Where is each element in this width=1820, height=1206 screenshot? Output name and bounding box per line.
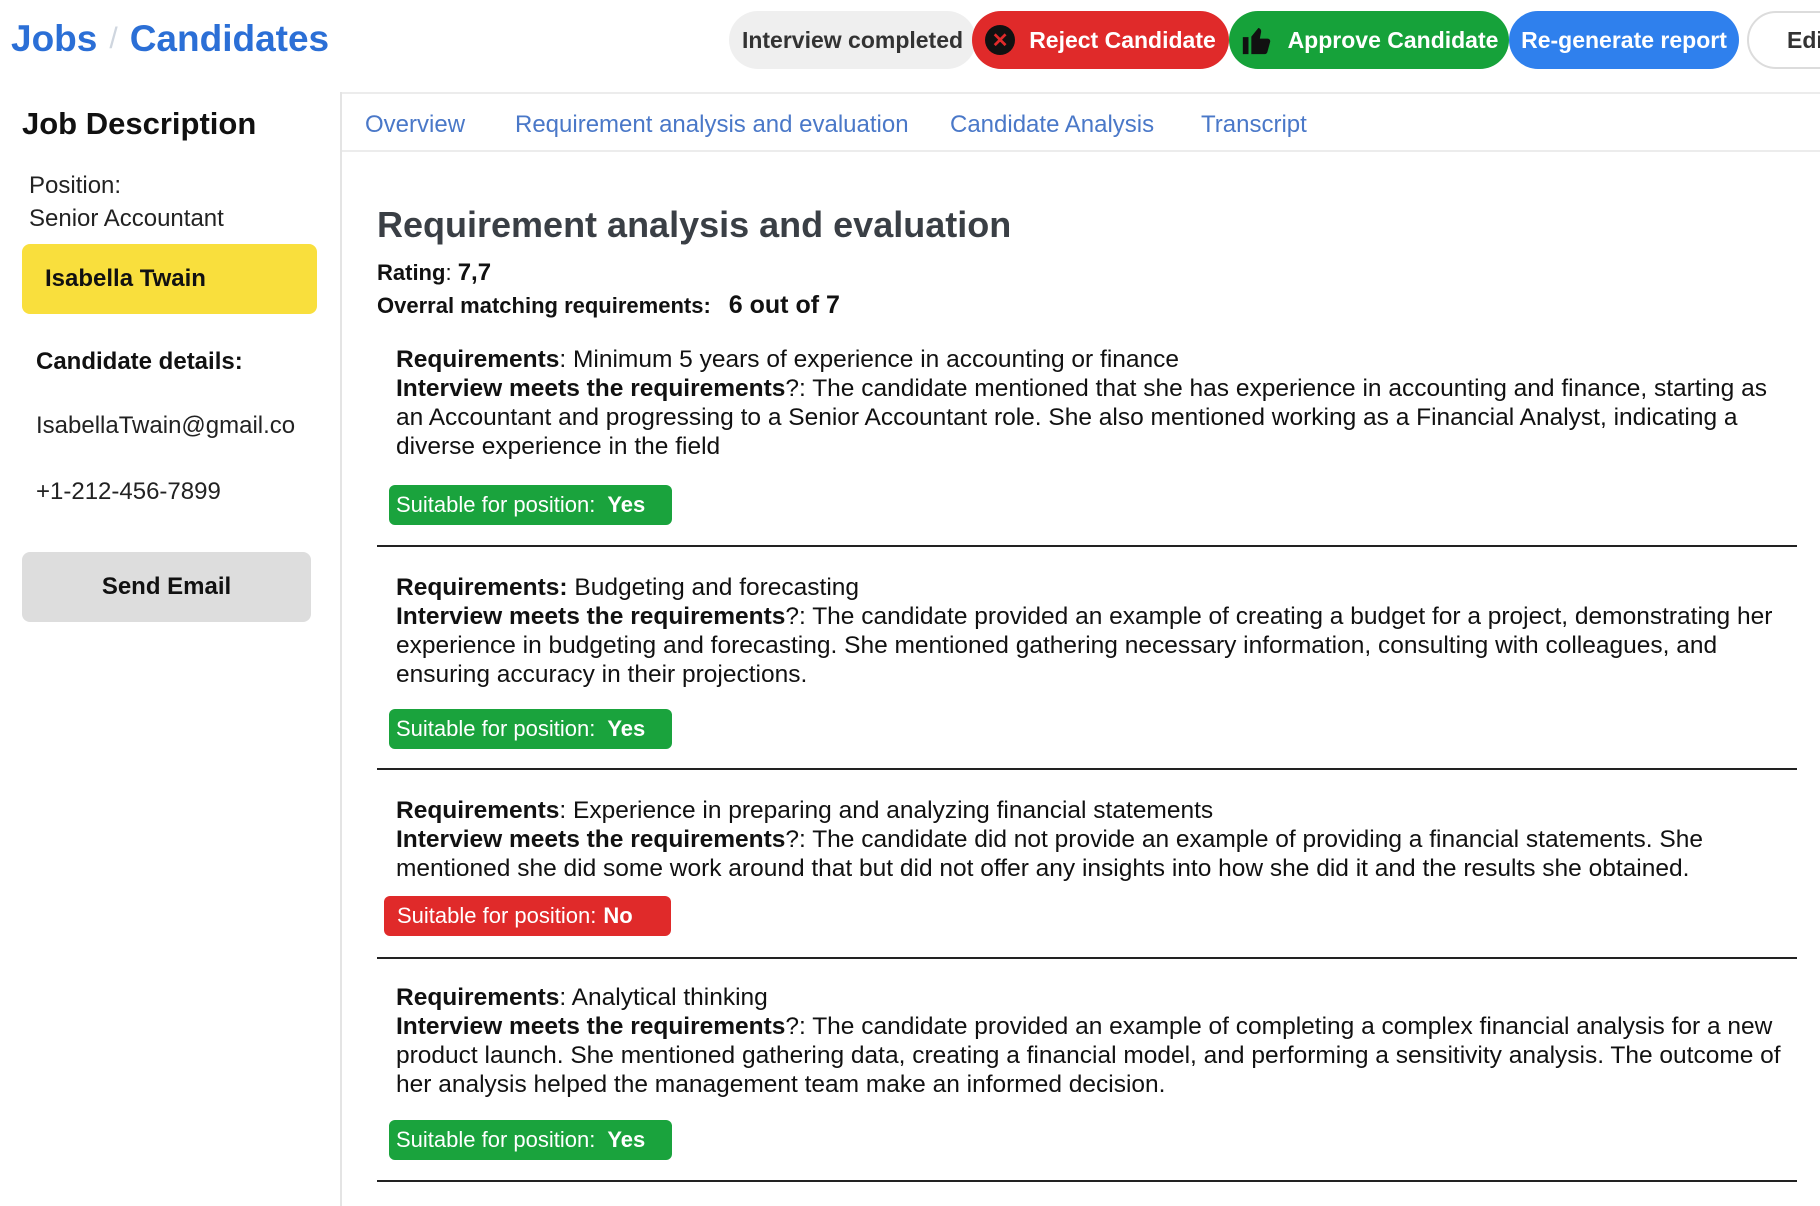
close-circle-icon: ✕ bbox=[985, 25, 1016, 55]
requirement-text: Experience in preparing and analyzing fi… bbox=[573, 797, 1214, 824]
divider bbox=[377, 768, 1797, 770]
rating-label: Rating bbox=[377, 260, 446, 285]
divider bbox=[377, 1180, 1797, 1182]
requirements-label: Requirements: bbox=[396, 574, 568, 601]
regenerate-label: Re-generate report bbox=[1521, 26, 1727, 53]
meets-requirements-label: Interview meets the requirements bbox=[396, 1013, 786, 1040]
overall-matching-label: Overral matching requirements: bbox=[377, 293, 711, 318]
tab-requirement-analysis[interactable]: Requirement analysis and evaluation bbox=[515, 111, 909, 139]
interview-status-badge: Interview completed bbox=[729, 11, 976, 69]
send-email-button[interactable]: Send Email bbox=[22, 552, 311, 622]
page-title: Requirement analysis and evaluation bbox=[377, 204, 1012, 245]
requirement-text: Budgeting and forecasting bbox=[574, 574, 860, 601]
suitable-label: Suitable for position: bbox=[397, 903, 597, 928]
suitable-badge: Suitable for position: Yes bbox=[389, 1120, 672, 1160]
suitable-label: Suitable for position: bbox=[396, 716, 596, 741]
job-description-title: Job Description bbox=[22, 106, 257, 141]
candidate-name-card: Isabella Twain bbox=[22, 244, 317, 314]
reject-label: Reject Candidate bbox=[1029, 26, 1216, 53]
action-bar: Interview completed ✕ Reject Candidate A… bbox=[729, 11, 1820, 69]
rating-value: 7,7 bbox=[457, 259, 492, 286]
rating-row: Rating: 7,7 bbox=[377, 259, 492, 286]
approve-candidate-button[interactable]: Approve Candidate bbox=[1229, 11, 1509, 69]
breadcrumb-separator: / bbox=[109, 22, 118, 55]
meets-requirements-label: Interview meets the requirements bbox=[396, 375, 786, 402]
meets-requirements-label: Interview meets the requirements bbox=[396, 826, 786, 853]
candidate-phone: +1-212-456-7899 bbox=[36, 478, 221, 505]
thumbs-up-icon bbox=[1240, 23, 1274, 57]
requirement-item: Requirements: Experience in preparing an… bbox=[396, 797, 1703, 882]
requirements-label: Requirements bbox=[396, 346, 560, 373]
requirement-item: Requirements: Minimum 5 years of experie… bbox=[396, 346, 1767, 460]
candidate-email: IsabellaTwain@gmail.co bbox=[36, 412, 296, 439]
suitable-label: Suitable for position: bbox=[396, 1127, 596, 1152]
requirements-label: Requirements bbox=[396, 797, 560, 824]
edit-button[interactable]: Edit bbox=[1747, 11, 1820, 69]
candidate-details-title: Candidate details: bbox=[36, 348, 243, 375]
suitable-label: Suitable for position: bbox=[396, 492, 596, 517]
suitable-value: Yes bbox=[607, 716, 646, 741]
requirements-label: Requirements bbox=[396, 984, 560, 1011]
regenerate-report-button[interactable]: Re-generate report bbox=[1509, 11, 1739, 69]
overall-matching-value: 6 out of 7 bbox=[728, 291, 840, 319]
suitable-badge: Suitable for position: No bbox=[384, 896, 671, 936]
divider bbox=[377, 957, 1797, 959]
tab-bar: Overview Requirement analysis and evalua… bbox=[342, 92, 1820, 152]
edit-label: Edit bbox=[1787, 26, 1820, 53]
breadcrumb-candidates-link[interactable]: Candidates bbox=[130, 18, 329, 60]
breadcrumb: Jobs / Candidates bbox=[11, 18, 329, 60]
tab-candidate-analysis[interactable]: Candidate Analysis bbox=[950, 111, 1154, 139]
reject-candidate-button[interactable]: ✕ Reject Candidate bbox=[972, 11, 1229, 69]
overall-matching-row: Overral matching requirements: 6 out of 7 bbox=[377, 291, 840, 320]
sidebar: Job Description Position: Senior Account… bbox=[0, 92, 342, 1206]
status-label: Interview completed bbox=[741, 26, 964, 53]
requirement-item: Requirements: Budgeting and forecasting … bbox=[396, 574, 1773, 688]
candidate-name: Isabella Twain bbox=[45, 265, 206, 292]
requirement-text: Analytical thinking bbox=[571, 984, 768, 1011]
approve-label: Approve Candidate bbox=[1287, 26, 1499, 53]
suitable-badge: Suitable for position: Yes bbox=[389, 485, 672, 525]
suitable-value: No bbox=[603, 903, 633, 928]
tab-transcript[interactable]: Transcript bbox=[1201, 111, 1307, 139]
requirement-text: Minimum 5 years of experience in account… bbox=[573, 346, 1180, 373]
suitable-value: Yes bbox=[607, 492, 646, 517]
main-content: Requirement analysis and evaluation Rati… bbox=[342, 152, 1820, 1206]
requirement-item: Requirements: Analytical thinking Interv… bbox=[396, 984, 1781, 1098]
position-value: Senior Accountant bbox=[29, 205, 224, 232]
send-email-label: Send Email bbox=[101, 573, 232, 600]
top-bar: Jobs / Candidates Interview completed ✕ … bbox=[0, 0, 1820, 92]
tab-overview[interactable]: Overview bbox=[365, 111, 465, 139]
breadcrumb-jobs-link[interactable]: Jobs bbox=[11, 18, 97, 60]
suitable-badge: Suitable for position: Yes bbox=[389, 709, 672, 749]
meets-requirements-label: Interview meets the requirements bbox=[396, 603, 786, 630]
suitable-value: Yes bbox=[607, 1127, 646, 1152]
divider bbox=[377, 545, 1797, 547]
position-label: Position: bbox=[29, 172, 122, 199]
